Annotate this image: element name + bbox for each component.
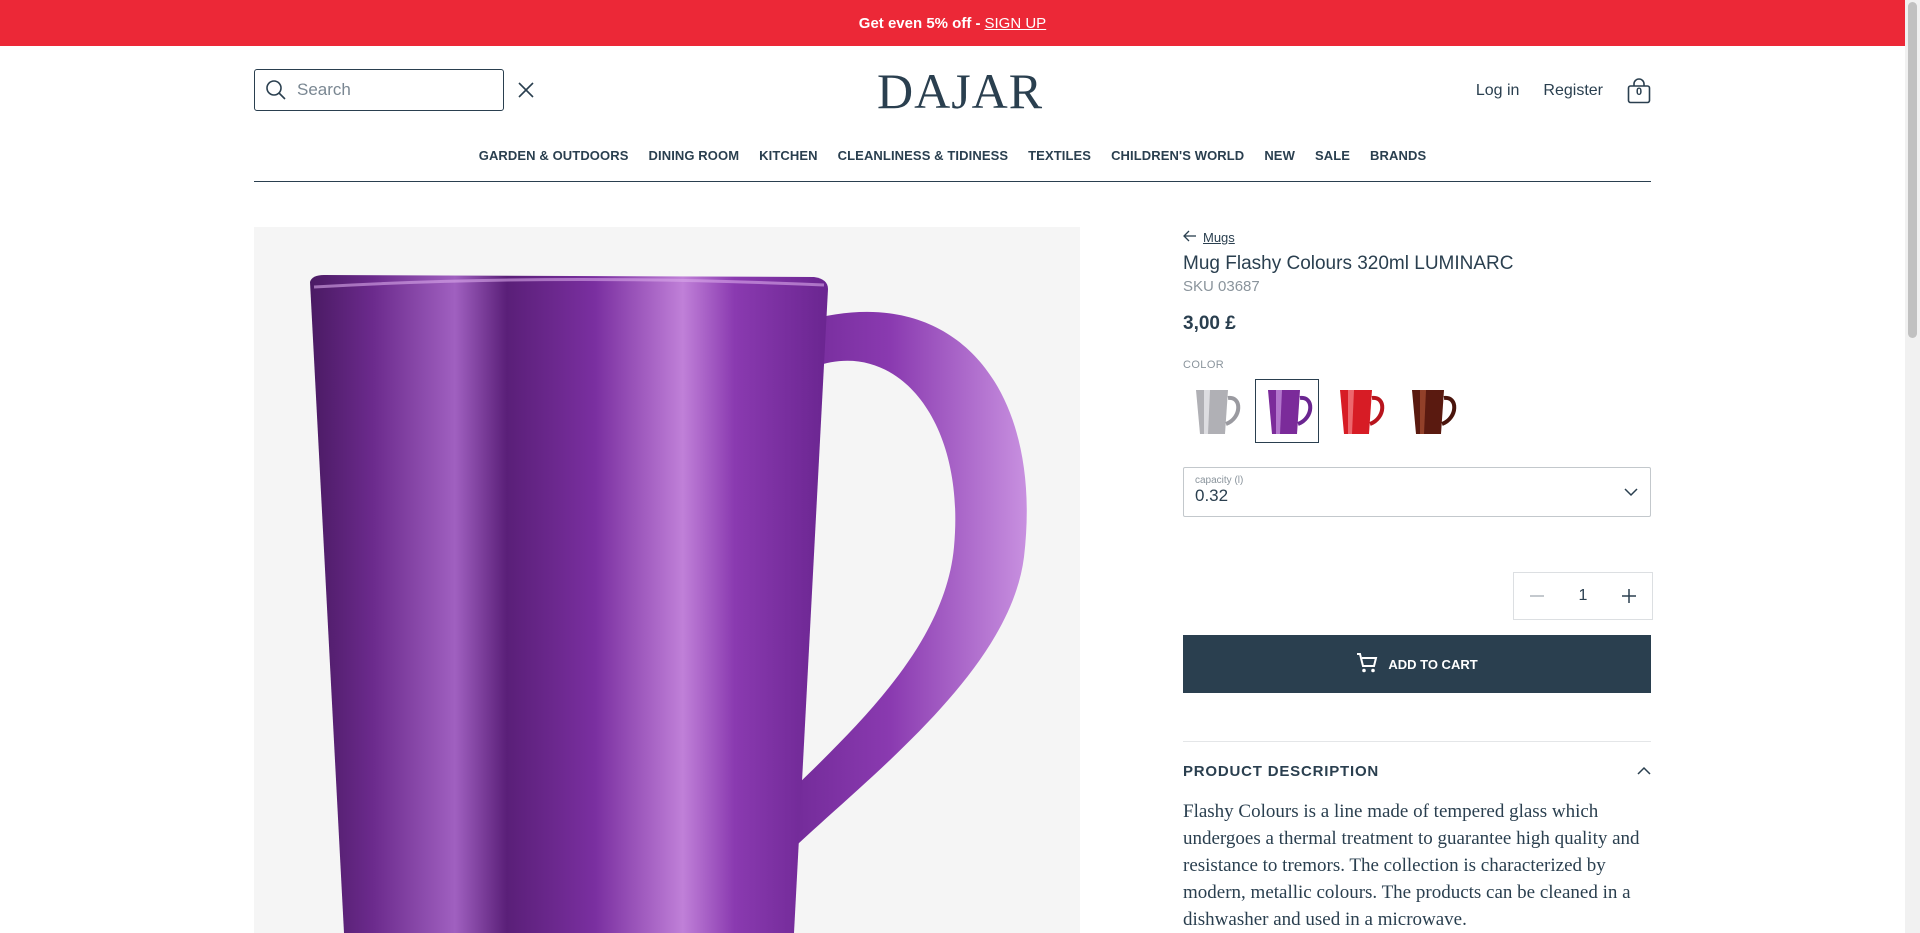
site-logo[interactable]: DAJAR <box>877 62 1043 120</box>
capacity-label: capacity (l) <box>1195 475 1244 486</box>
quantity-value[interactable]: 1 <box>1579 587 1588 605</box>
chevron-up-icon <box>1637 762 1651 780</box>
nav-sale[interactable]: SALE <box>1315 142 1350 181</box>
nav-cleanliness-tidiness[interactable]: CLEANLINESS & TIDINESS <box>838 142 1009 181</box>
nav-dining-room[interactable]: DINING ROOM <box>649 142 740 181</box>
main-nav: GARDEN & OUTDOORS DINING ROOM KITCHEN CL… <box>254 142 1651 182</box>
nav-new[interactable]: NEW <box>1264 142 1295 181</box>
login-link[interactable]: Log in <box>1476 82 1520 100</box>
breadcrumb: Mugs <box>1183 230 1651 245</box>
product-description-toggle[interactable]: PRODUCT DESCRIPTION <box>1183 762 1651 780</box>
capacity-value: 0.32 <box>1195 486 1229 505</box>
product-title: Mug Flashy Colours 320ml LUMINARC <box>1183 253 1514 274</box>
add-to-cart-label: ADD TO CART <box>1388 656 1478 672</box>
swatch-silver[interactable] <box>1183 379 1247 443</box>
product-description: Flashy Colours is a line made of tempere… <box>1183 801 1640 930</box>
color-label: COLOR <box>1183 359 1225 371</box>
search-icon <box>265 77 287 103</box>
cart-add-icon <box>1356 652 1378 677</box>
nav-kitchen[interactable]: KITCHEN <box>759 142 817 181</box>
promo-bar: Get even 5% off - SIGN UP <box>0 0 1905 46</box>
product-image[interactable] <box>254 227 1080 933</box>
color-swatches <box>1183 379 1651 443</box>
product-price: 3,00 £ <box>1183 313 1236 334</box>
swatch-red[interactable] <box>1327 379 1391 443</box>
register-link[interactable]: Register <box>1543 82 1603 100</box>
account-links: Log in Register 0 <box>1476 78 1651 104</box>
nav-brands[interactable]: BRANDS <box>1370 142 1426 181</box>
page-scrollbar[interactable] <box>1905 0 1920 933</box>
description-heading: PRODUCT DESCRIPTION <box>1183 762 1380 780</box>
decrease-quantity-button[interactable] <box>1526 585 1548 607</box>
product-info: Mugs Mug Flashy Colours 320ml LUMINARC S… <box>1183 230 1653 933</box>
swatch-brown[interactable] <box>1399 379 1463 443</box>
signup-link[interactable]: SIGN UP <box>985 15 1047 32</box>
increase-quantity-button[interactable] <box>1618 585 1640 607</box>
swatch-purple[interactable] <box>1255 379 1319 443</box>
cart-count: 0 <box>1635 86 1643 98</box>
quantity-stepper: 1 <box>1513 572 1653 620</box>
search-input[interactable] <box>287 80 518 100</box>
arrow-left-icon[interactable] <box>1183 230 1197 245</box>
nav-childrens-world[interactable]: CHILDREN'S WORLD <box>1111 142 1244 181</box>
nav-textiles[interactable]: TEXTILES <box>1028 142 1091 181</box>
search-box[interactable] <box>254 69 534 111</box>
add-to-cart-button[interactable]: ADD TO CART <box>1183 635 1651 693</box>
divider <box>1183 741 1651 742</box>
clear-search-icon[interactable] <box>518 79 534 101</box>
breadcrumb-mugs[interactable]: Mugs <box>1203 230 1235 245</box>
nav-garden-outdoors[interactable]: GARDEN & OUTDOORS <box>479 142 629 181</box>
capacity-select[interactable]: capacity (l) 0.32 <box>1183 467 1651 517</box>
scrollbar-thumb[interactable] <box>1908 2 1917 338</box>
cart-icon[interactable]: 0 <box>1627 78 1651 104</box>
product-sku: SKU 03687 <box>1183 278 1260 295</box>
promo-text: Get even 5% off - <box>858 14 981 32</box>
chevron-down-icon <box>1624 484 1638 502</box>
